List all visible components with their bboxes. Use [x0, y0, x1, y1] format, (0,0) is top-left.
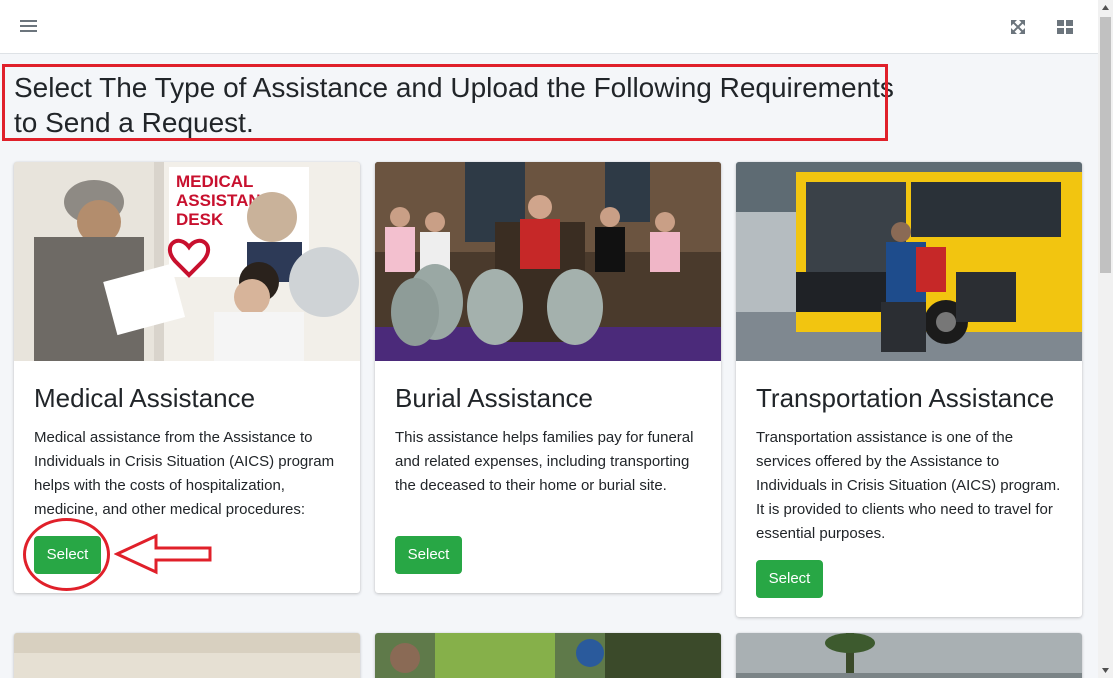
select-burial-button[interactable]: Select: [395, 536, 462, 574]
svg-text:MEDICAL: MEDICAL: [176, 172, 253, 191]
assistance-card-burial: Burial Assistance This assistance helps …: [375, 162, 721, 593]
assistance-card-partial: [375, 633, 721, 678]
transportation-assistance-image: [736, 162, 1082, 361]
card-title: Burial Assistance: [395, 383, 593, 413]
annotation-arrow-icon: [114, 533, 212, 575]
grid-layout-icon[interactable]: [1054, 16, 1076, 38]
assistance-card-transportation: Transportation Assistance Transportation…: [736, 162, 1082, 617]
card-description: Transportation assistance is one of the …: [756, 429, 1061, 542]
scroll-down-arrow-icon[interactable]: [1098, 662, 1113, 678]
annotation-circle: [23, 518, 110, 591]
card-image-partial: [375, 633, 721, 678]
medical-assistance-image: MEDICAL ASSISTANCE DESK: [14, 162, 360, 361]
card-description: Medical assistance from the Assistance t…: [34, 429, 335, 518]
card-description: This assistance helps families pay for f…: [395, 429, 694, 494]
card-title: Transportation Assistance: [756, 383, 1055, 413]
vertical-scrollbar[interactable]: [1098, 0, 1113, 678]
annotation-highlight-box: [2, 64, 888, 141]
card-title: Medical Assistance: [34, 383, 256, 413]
svg-text:DESK: DESK: [176, 210, 224, 229]
assistance-card-partial: [736, 633, 1082, 678]
card-image-partial: [736, 633, 1082, 678]
scroll-up-arrow-icon[interactable]: [1098, 0, 1113, 16]
card-image-partial: [14, 633, 360, 678]
expand-arrows-icon[interactable]: [1007, 16, 1029, 38]
assistance-card-partial: [14, 633, 360, 678]
scrollbar-thumb[interactable]: [1100, 17, 1111, 273]
hamburger-menu-icon[interactable]: [20, 18, 37, 33]
top-navbar: [0, 0, 1098, 54]
burial-assistance-image: [375, 162, 721, 361]
select-transportation-button[interactable]: Select: [756, 560, 823, 598]
